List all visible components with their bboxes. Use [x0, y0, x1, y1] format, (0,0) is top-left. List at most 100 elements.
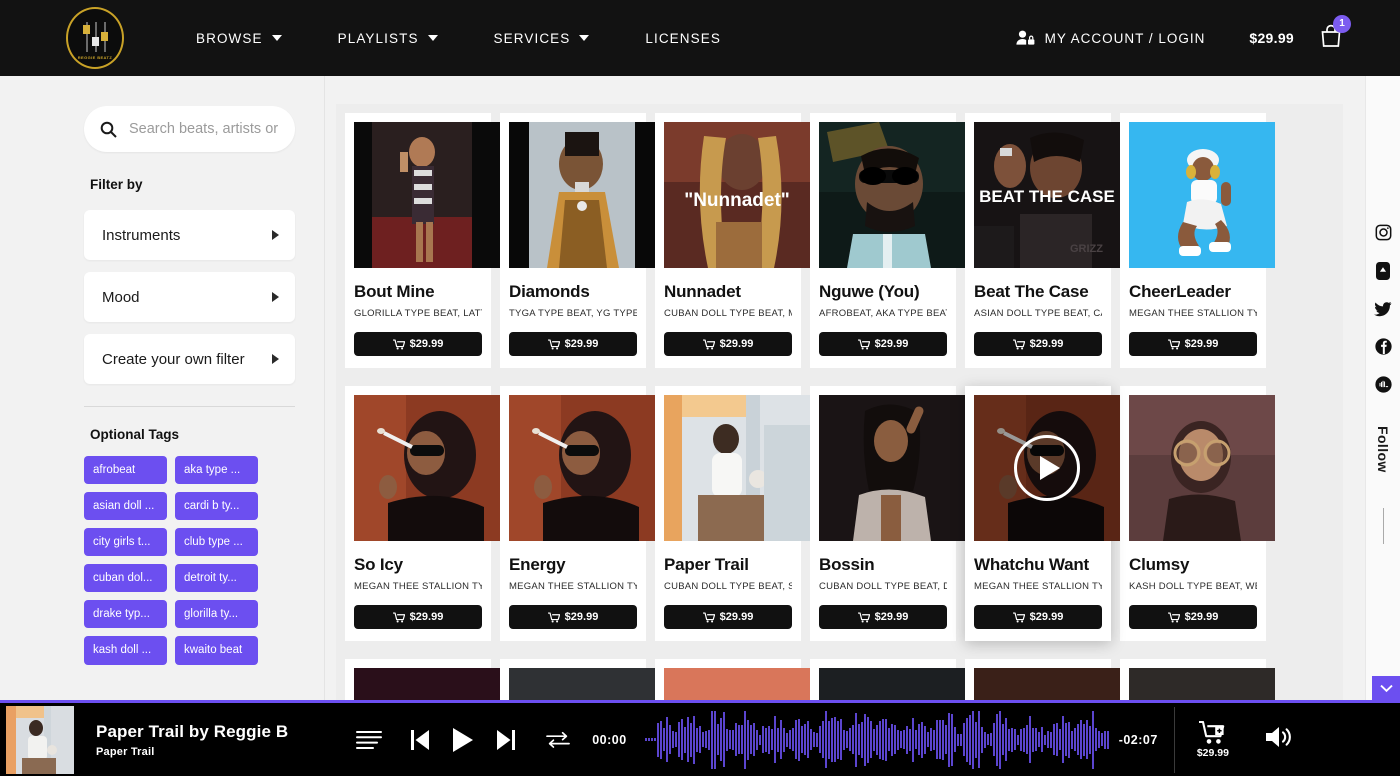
beat-buy-button[interactable]: $29.99: [354, 605, 482, 630]
play-button[interactable]: [452, 727, 474, 753]
beat-artwork[interactable]: [664, 395, 810, 542]
twitter-icon[interactable]: [1374, 301, 1392, 317]
filter-mood[interactable]: Mood: [84, 272, 295, 322]
beat-artwork[interactable]: [354, 395, 500, 542]
beat-card[interactable]: Energy MEGAN THEE STALLION TYPE BEAT $29…: [500, 386, 655, 642]
scroll-down-button[interactable]: [1372, 676, 1400, 700]
instagram-icon[interactable]: [1375, 224, 1392, 241]
waveform-bar: [770, 729, 773, 750]
player-add-to-cart-button[interactable]: $29.99: [1197, 720, 1229, 759]
tag-chip[interactable]: kwaito beat: [175, 636, 258, 665]
nav-label: SERVICES: [493, 30, 571, 46]
beat-buy-button[interactable]: $29.99: [1129, 605, 1257, 630]
beat-card[interactable]: [1120, 659, 1275, 700]
waveform-bar: [962, 723, 965, 756]
beat-card[interactable]: [810, 659, 965, 700]
waveform-bar: [1100, 733, 1103, 746]
beat-title: Paper Trail: [664, 555, 749, 575]
my-account-login-button[interactable]: MY ACCOUNT / LOGIN: [1015, 30, 1206, 46]
tag-chip[interactable]: drake typ...: [84, 600, 167, 629]
tag-chip[interactable]: glorilla ty...: [175, 600, 258, 629]
nav-item-services[interactable]: SERVICES: [494, 31, 590, 46]
beat-artwork[interactable]: BEAT THE CASE GRIZZ: [974, 122, 1120, 268]
play-icon[interactable]: [1014, 435, 1080, 502]
beat-buy-button[interactable]: $29.99: [664, 332, 792, 357]
tag-chip[interactable]: afrobeat: [84, 456, 167, 485]
beat-buy-button[interactable]: $29.99: [819, 332, 947, 357]
waveform-seekbar[interactable]: [644, 709, 1109, 771]
beat-card[interactable]: Whatchu Want MEGAN THEE STALLION TYPE BE…: [965, 386, 1120, 642]
tag-chip[interactable]: club type ...: [175, 528, 258, 557]
beat-card[interactable]: So Icy MEGAN THEE STALLION TYPE BEAT $29…: [345, 386, 500, 642]
beat-buy-button[interactable]: $29.99: [354, 332, 482, 357]
beat-card[interactable]: Nguwe (You) AFROBEAT, AKA TYPE BEAT $29.…: [810, 113, 965, 369]
waveform-bar: [851, 725, 854, 754]
beat-artwork[interactable]: [354, 122, 500, 268]
beat-artwork[interactable]: [819, 122, 965, 268]
waveform-bar: [899, 731, 902, 748]
facebook-icon[interactable]: [1374, 338, 1392, 355]
nav-item-browse[interactable]: BROWSE: [196, 31, 282, 46]
next-button[interactable]: [496, 729, 516, 751]
tag-chip[interactable]: asian doll ...: [84, 492, 167, 521]
beat-card[interactable]: Diamonds TYGA TYPE BEAT, YG TYPE BEAT $2…: [500, 113, 655, 369]
nav-item-playlists[interactable]: PLAYLISTS: [338, 31, 438, 46]
play-overlay[interactable]: [974, 395, 1120, 542]
beat-artwork[interactable]: [1129, 122, 1275, 268]
beat-card[interactable]: BEAT THE CASE GRIZZ Beat The Case ASIAN …: [965, 113, 1120, 369]
beat-card[interactable]: Paper Trail CUBAN DOLL TYPE BEAT, SAWEET…: [655, 386, 810, 642]
waveform-bar: [1013, 729, 1016, 750]
beat-buy-button[interactable]: $29.99: [819, 605, 947, 630]
beat-artwork[interactable]: [509, 395, 655, 542]
filter-label: Create your own filter: [102, 350, 245, 368]
beat-buy-button[interactable]: $29.99: [509, 605, 637, 630]
beat-buy-button[interactable]: $29.99: [1129, 332, 1257, 357]
soundcloud-icon[interactable]: [1374, 376, 1392, 393]
beat-artwork[interactable]: [819, 395, 965, 542]
beat-artwork[interactable]: [1129, 395, 1275, 542]
waveform-bar: [998, 710, 1001, 769]
tag-chip[interactable]: detroit ty...: [175, 564, 258, 593]
beat-card[interactable]: [345, 659, 500, 700]
beat-card[interactable]: Clumsy KASH DOLL TYPE BEAT, WESTSIDE $29…: [1120, 386, 1275, 642]
site-logo[interactable]: REGGIE BEATZ: [66, 7, 124, 69]
beat-buy-button[interactable]: $29.99: [974, 332, 1102, 357]
beat-card[interactable]: [655, 659, 810, 700]
beat-card[interactable]: [965, 659, 1120, 700]
beat-card[interactable]: Bossin CUBAN DOLL TYPE BEAT, DRAKE $29.9…: [810, 386, 965, 642]
beat-card[interactable]: CheerLeader MEGAN THEE STALLION TYPE BEA…: [1120, 113, 1275, 369]
tag-chip[interactable]: cuban dol...: [84, 564, 167, 593]
cart-button[interactable]: 1: [1320, 14, 1351, 53]
waveform-bar: [797, 718, 800, 761]
search-box[interactable]: [84, 106, 295, 152]
beat-buy-button[interactable]: $29.99: [974, 605, 1102, 630]
nav-item-licenses[interactable]: LICENSES: [645, 31, 721, 46]
beat-artwork[interactable]: [819, 668, 965, 700]
beat-artwork[interactable]: [664, 668, 810, 700]
tag-chip[interactable]: city girls t...: [84, 528, 167, 557]
beat-artwork[interactable]: [509, 668, 655, 700]
beat-artwork[interactable]: [354, 668, 500, 700]
volume-button[interactable]: [1265, 724, 1295, 755]
tag-chip[interactable]: kash doll ...: [84, 636, 167, 665]
apple-music-icon[interactable]: [1376, 262, 1390, 280]
beat-artwork[interactable]: [974, 395, 1120, 542]
tag-chip[interactable]: cardi b ty...: [175, 492, 258, 521]
beat-buy-button[interactable]: $29.99: [509, 332, 637, 357]
beat-artwork[interactable]: "Nunnadet": [664, 122, 810, 268]
previous-button[interactable]: [410, 729, 430, 751]
tag-chip[interactable]: aka type ...: [175, 456, 258, 485]
beat-card[interactable]: "Nunnadet" Nunnadet CUBAN DOLL TYPE BEAT…: [655, 113, 810, 369]
beat-tags: GLORILLA TYPE BEAT, LATTO TYPE BEAT: [354, 308, 482, 320]
beat-card[interactable]: Bout Mine GLORILLA TYPE BEAT, LATTO TYPE…: [345, 113, 500, 369]
beat-buy-button[interactable]: $29.99: [664, 605, 792, 630]
shuffle-button[interactable]: [546, 731, 571, 749]
beat-artwork[interactable]: [1129, 668, 1275, 700]
beat-card[interactable]: [500, 659, 655, 700]
beat-artwork[interactable]: [974, 668, 1120, 700]
filter-create-your-own[interactable]: Create your own filter: [84, 334, 295, 384]
search-input[interactable]: [129, 121, 279, 137]
filter-instruments[interactable]: Instruments: [84, 210, 295, 260]
playlist-button[interactable]: [356, 730, 383, 750]
beat-artwork[interactable]: [509, 122, 655, 268]
